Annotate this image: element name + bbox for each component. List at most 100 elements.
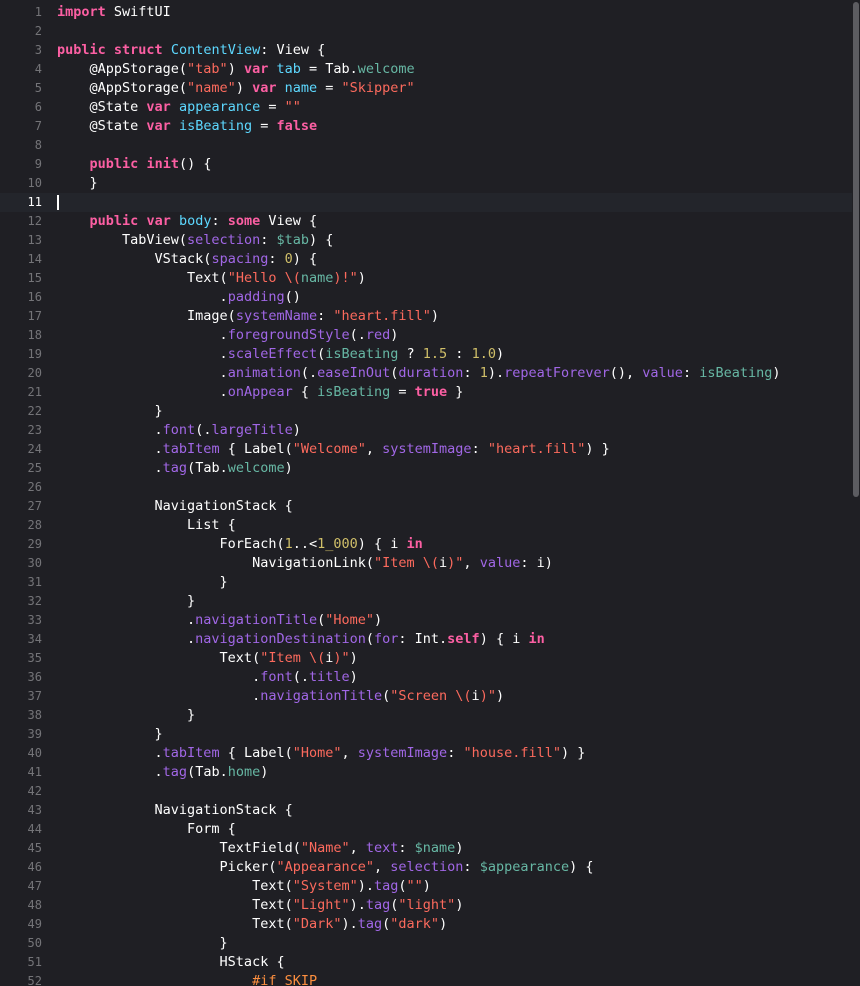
code-line[interactable]: 29 ForEach(1..<1_000) { i in — [0, 535, 852, 554]
code-token: 1.5 — [422, 346, 448, 362]
code-line[interactable]: 7 @State var isBeating = false — [0, 117, 852, 136]
code-token: { Label( — [219, 441, 293, 457]
code-token: for — [374, 631, 399, 647]
line-number: 52 — [27, 974, 42, 986]
code-line[interactable]: 20 .animation(.easeInOut(duration: 1).re… — [0, 364, 852, 383]
code-token: ) { i — [479, 631, 529, 647]
code-text: Image(systemName: "heart.fill") — [57, 307, 439, 326]
code-line[interactable]: 49 Text("Dark").tag("dark") — [0, 915, 852, 934]
code-line[interactable]: 14 VStack(spacing: 0) { — [0, 250, 852, 269]
code-line[interactable]: 39 } — [0, 725, 852, 744]
code-token: init — [146, 156, 179, 172]
code-line[interactable]: 5 @AppStorage("name") var name = "Skippe… — [0, 79, 852, 98]
line-number: 7 — [34, 119, 42, 133]
code-token: ) — [390, 327, 399, 343]
code-line[interactable]: 26 — [0, 478, 852, 497]
code-line[interactable]: 16 .padding() — [0, 288, 852, 307]
code-line[interactable]: 32 } — [0, 592, 852, 611]
code-editor[interactable]: 1 import SwiftUI 2 3 public struct ContentVi… — [0, 0, 860, 986]
code-line[interactable]: 48 Text("Light").tag("light") — [0, 896, 852, 915]
code-line[interactable]: 1 import SwiftUI — [0, 3, 852, 22]
code-line[interactable]: 46 Picker("Appearance", selection: $appe… — [0, 858, 852, 877]
code-token: red — [365, 327, 391, 343]
code-token: "house.fill" — [463, 745, 561, 761]
code-token: welcome — [227, 460, 285, 476]
code-token: "dark" — [390, 916, 440, 932]
code-line[interactable]: 9 public init() { — [0, 155, 852, 174]
line-number: 26 — [27, 480, 42, 494]
code-line[interactable]: 2 — [0, 22, 852, 41]
code-line[interactable]: 35 Text("Item \(i)") — [0, 649, 852, 668]
line-number: 10 — [27, 176, 42, 190]
code-text: public struct ContentView: View { — [57, 41, 325, 60]
code-area[interactable]: 1 import SwiftUI 2 3 public struct ContentVi… — [0, 3, 852, 986]
code-token: padding — [227, 289, 285, 305]
code-line[interactable]: 38 } — [0, 706, 852, 725]
code-line[interactable]: 44 Form { — [0, 820, 852, 839]
code-token: @State — [57, 118, 147, 134]
code-line[interactable]: 22 } — [0, 402, 852, 421]
code-line[interactable]: 18 .foregroundStyle(.red) — [0, 326, 852, 345]
code-line[interactable]: 11 — [0, 193, 852, 212]
code-line[interactable]: 15 Text("Hello \(name)!") — [0, 269, 852, 288]
code-line[interactable]: 31 } — [0, 573, 852, 592]
code-line[interactable]: 45 TextField("Name", text: $name) — [0, 839, 852, 858]
code-token: . — [57, 612, 196, 628]
code-line[interactable]: 8 — [0, 136, 852, 155]
code-token: easeInOut — [317, 365, 391, 381]
code-line[interactable]: 6 @State var appearance = "" — [0, 98, 852, 117]
code-line[interactable]: 3 public struct ContentView: View { — [0, 41, 852, 60]
code-token: ) — [374, 612, 383, 628]
code-token: true — [414, 384, 448, 400]
code-token: : — [463, 365, 480, 381]
code-text: .tag(Tab.welcome) — [57, 459, 293, 478]
code-text: .navigationDestination(for: Int.self) { … — [57, 630, 545, 649]
code-line[interactable]: 25 .tag(Tab.welcome) — [0, 459, 852, 478]
code-token: largeTitle — [211, 422, 293, 438]
code-token: () { — [178, 156, 212, 172]
code-token: isBeating — [317, 384, 391, 400]
code-line[interactable]: 41 .tag(Tab.home) — [0, 763, 852, 782]
code-line[interactable]: 12 public var body: some View { — [0, 212, 852, 231]
code-line[interactable]: 51 HStack { — [0, 953, 852, 972]
code-line[interactable]: 27 NavigationStack { — [0, 497, 852, 516]
code-line[interactable]: 42 — [0, 782, 852, 801]
code-text: TabView(selection: $tab) { — [57, 231, 333, 250]
scrollbar-thumb[interactable] — [853, 2, 859, 497]
code-token: title — [308, 669, 350, 685]
code-token: = — [252, 118, 277, 134]
code-line[interactable]: 40 .tabItem { Label("Home", systemImage:… — [0, 744, 852, 763]
code-line[interactable]: 52 #if SKIP — [0, 972, 852, 986]
code-token: "Hello \( — [227, 270, 301, 286]
code-line[interactable]: 50 } — [0, 934, 852, 953]
code-line[interactable]: 43 NavigationStack { — [0, 801, 852, 820]
code-token: TextField( — [57, 840, 301, 856]
line-number: 31 — [27, 575, 42, 589]
code-line[interactable]: 10 } — [0, 174, 852, 193]
code-line[interactable]: 47 Text("System").tag("") — [0, 877, 852, 896]
vertical-scrollbar[interactable] — [852, 0, 860, 986]
code-token: (. — [349, 327, 366, 343]
code-line[interactable]: 23 .font(.largeTitle) — [0, 421, 852, 440]
code-line[interactable]: 33 .navigationTitle("Home") — [0, 611, 852, 630]
code-line[interactable]: 13 TabView(selection: $tab) { — [0, 231, 852, 250]
code-line[interactable]: 36 .font(.title) — [0, 668, 852, 687]
code-token: "Dark" — [292, 916, 342, 932]
code-line[interactable]: 4 @AppStorage("tab") var tab = Tab.welco… — [0, 60, 852, 79]
code-line[interactable]: 19 .scaleEffect(isBeating ? 1.5 : 1.0) — [0, 345, 852, 364]
code-line[interactable]: 17 Image(systemName: "heart.fill") — [0, 307, 852, 326]
code-line[interactable]: 37 .navigationTitle("Screen \(i)") — [0, 687, 852, 706]
code-text: Form { — [57, 820, 236, 839]
code-line[interactable]: 34 .navigationDestination(for: Int.self)… — [0, 630, 852, 649]
code-line[interactable]: 24 .tabItem { Label("Welcome", systemIma… — [0, 440, 852, 459]
code-token: repeatForever — [504, 365, 610, 381]
code-line[interactable]: 21 .onAppear { isBeating = true } — [0, 383, 852, 402]
code-token: } — [57, 574, 228, 590]
code-line[interactable]: 30 NavigationLink("Item \(i)", value: i) — [0, 554, 852, 573]
code-token: name — [284, 80, 318, 96]
code-line[interactable]: 28 List { — [0, 516, 852, 535]
line-number: 14 — [27, 252, 42, 266]
line-number: 12 — [27, 214, 42, 228]
code-token: )" — [447, 555, 464, 571]
